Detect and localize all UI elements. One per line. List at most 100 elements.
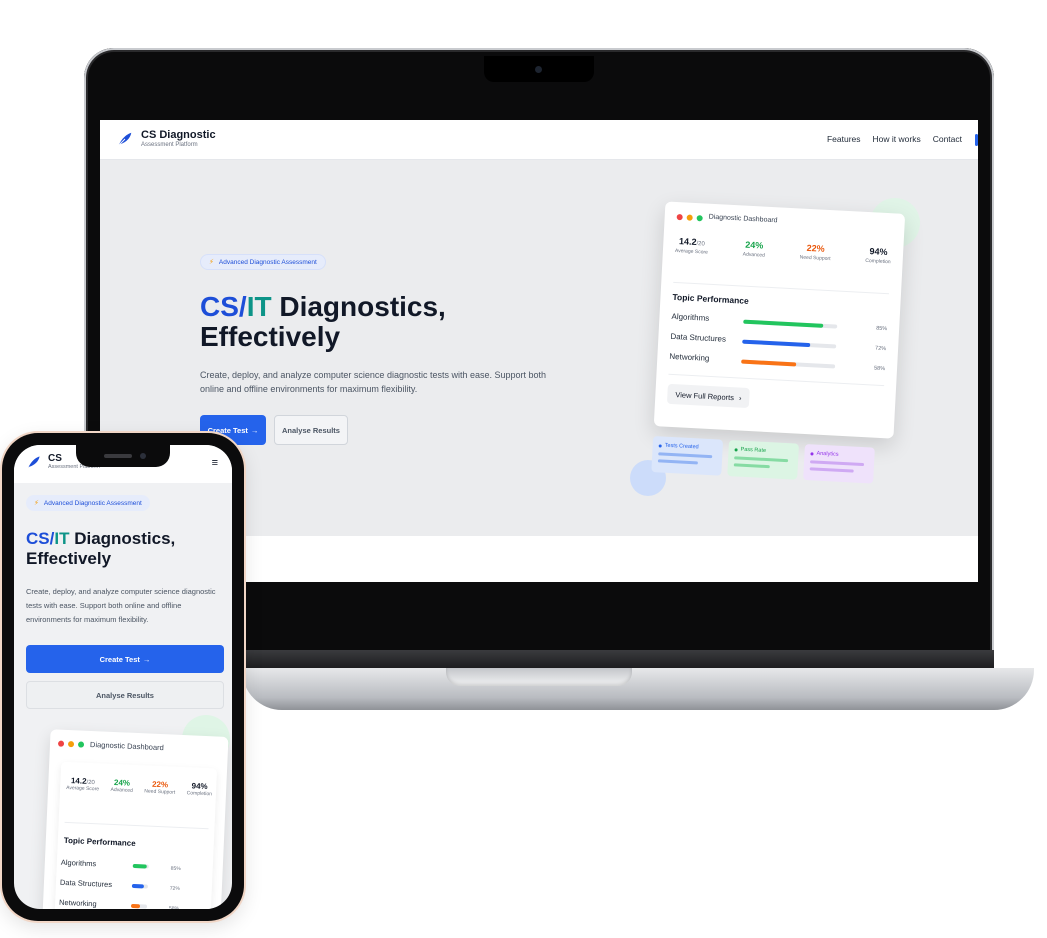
topic-row-algorithms: Algorithms 85% [671, 312, 887, 335]
mini-card-tests-created[interactable]: Tests Created [651, 436, 724, 476]
hero-badge: ⚡ Advanced Diagnostic Assessment [200, 254, 326, 270]
hero-title-cs: CS [200, 291, 239, 322]
phone-hero-title: CS/IT Diagnostics, Effectively [26, 529, 175, 569]
topic-name: Data Structures [59, 877, 113, 890]
mini-card-label: Analytics [816, 450, 839, 458]
hero-title-slash: / [238, 291, 247, 322]
mini-card-label: Tests Created [664, 442, 699, 451]
maximize-dot-icon [77, 741, 85, 748]
topic-name: Algorithms [60, 857, 97, 869]
divider [64, 821, 209, 830]
hero-title-it: IT [246, 291, 272, 322]
topic-name: Networking [58, 897, 97, 909]
topic-name: Algorithms [671, 311, 710, 323]
stat-completion: 94% Completion [187, 781, 213, 797]
close-dot-icon [676, 213, 683, 221]
hero-title-line1: Diagnostics, [271, 291, 446, 322]
chevron-right-icon: › [738, 393, 742, 403]
phone-hero-badge-label: Advanced Diagnostic Assessment [43, 499, 142, 507]
top-nav: CS Diagnostic Assessment Platform Featur… [100, 120, 978, 160]
progress-track [130, 903, 148, 909]
progress-fill [130, 903, 141, 909]
phone-create-test-button[interactable]: Create Test → [26, 645, 224, 673]
minimize-dot-icon [67, 740, 75, 748]
mini-cards: Tests Created Pass Rate Analytics [651, 436, 893, 485]
dashboard-preview: Diagnostic Dashboard 14.2/20 Average Sco… [651, 201, 925, 494]
phone-frame: CS Assessment Platform ≡ ⚡ Advanced Diag… [2, 433, 244, 921]
stat-label: Advanced [110, 786, 133, 794]
stat-label: Need Support [799, 254, 831, 263]
nav-edge-button[interactable] [975, 134, 978, 146]
hamburger-menu-icon[interactable]: ≡ [212, 457, 218, 469]
brand[interactable]: CS Diagnostic Assessment Platform [116, 129, 216, 149]
phone-notch [76, 445, 170, 467]
stat-advanced: 24% Advanced [743, 240, 766, 259]
hero-title-line2: Effectively [200, 321, 341, 352]
analyse-results-button[interactable]: Analyse Results [274, 415, 348, 445]
stat-label: Completion [186, 790, 213, 798]
progress-fill [741, 359, 796, 367]
phone-hero-description: Create, deploy, and analyze computer sci… [26, 587, 216, 624]
lightning-icon: ⚡ [34, 500, 39, 507]
topic-performance-title: Topic Performance [672, 291, 750, 306]
phone-dashboard-card: 14.2/20 Average Score 24% Advanced 22% N… [54, 761, 218, 909]
placeholder-line [733, 463, 770, 469]
bullet-icon [658, 443, 662, 448]
close-dot-icon [57, 740, 65, 747]
stat-value: 24% [745, 239, 764, 251]
bullet-icon [810, 451, 814, 455]
placeholder-line [809, 460, 865, 467]
stat-need-support: 22% Need Support [799, 243, 832, 263]
topic-percent: 58% [168, 905, 180, 909]
analyse-results-label: Analyse Results [282, 425, 340, 435]
progress-track [132, 863, 149, 869]
mini-card-pass-rate[interactable]: Pass Rate [727, 440, 800, 480]
progress-fill [743, 319, 824, 328]
mini-card-analytics[interactable]: Analytics [803, 444, 875, 484]
stat-average-score: 14.2/20 Average Score [675, 236, 709, 256]
phone-dashboard-title: Diagnostic Dashboard [89, 739, 164, 753]
arrow-right-icon: → [250, 425, 259, 435]
view-full-reports-button[interactable]: View Full Reports › [666, 383, 750, 409]
phone-topic-row-algorithms: Algorithms 85% [61, 858, 211, 877]
view-full-reports-label: View Full Reports [675, 389, 735, 402]
laptop-hinge [242, 650, 994, 670]
phone-title-line2: Effectively [26, 549, 112, 568]
hero-description: Create, deploy, and analyze computer sci… [200, 370, 547, 394]
progress-fill [742, 339, 810, 348]
phone-title-line1: Diagnostics, [69, 529, 176, 548]
placeholder-line [809, 467, 854, 473]
stat-average-score: 14.2/20 Average Score [66, 776, 100, 792]
placeholder-line [734, 456, 789, 463]
placeholder-line [658, 452, 713, 459]
nav-links: Features How it works Contact [827, 134, 962, 144]
topic-percent: 85% [170, 865, 181, 873]
divider [668, 373, 885, 387]
nav-link-features[interactable]: Features [827, 134, 861, 144]
topic-percent: 58% [873, 365, 886, 373]
topic-percent: 72% [169, 885, 180, 893]
minimize-dot-icon [686, 214, 693, 221]
phone-analyse-results-button[interactable]: Analyse Results [26, 681, 224, 709]
mini-card-label: Pass Rate [740, 446, 767, 454]
phone-topic-performance-title: Topic Performance [63, 835, 136, 849]
bullet-icon [734, 447, 738, 452]
nav-link-how-it-works[interactable]: How it works [873, 134, 921, 144]
stat-label: Advanced [742, 251, 766, 259]
divider [673, 281, 890, 295]
phone-analyse-results-label: Analyse Results [96, 690, 154, 700]
stat-label: Completion [865, 257, 891, 266]
dashboard-title: Diagnostic Dashboard [708, 213, 778, 225]
topic-percent: 85% [875, 325, 888, 333]
topic-name: Networking [669, 351, 710, 363]
stat-label: Need Support [144, 788, 176, 796]
arrow-right-icon: → [142, 654, 151, 664]
hero-badge-label: Advanced Diagnostic Assessment [218, 258, 317, 266]
phone-title-it: IT [54, 529, 70, 548]
stat-value: 14.2 [678, 236, 697, 248]
progress-track [743, 319, 838, 329]
nav-link-contact[interactable]: Contact [933, 134, 962, 144]
laptop-groove [446, 668, 632, 686]
phone-create-test-label: Create Test [99, 654, 140, 664]
stats-row: 14.2/20 Average Score 24% Advanced 22% N… [675, 236, 892, 265]
